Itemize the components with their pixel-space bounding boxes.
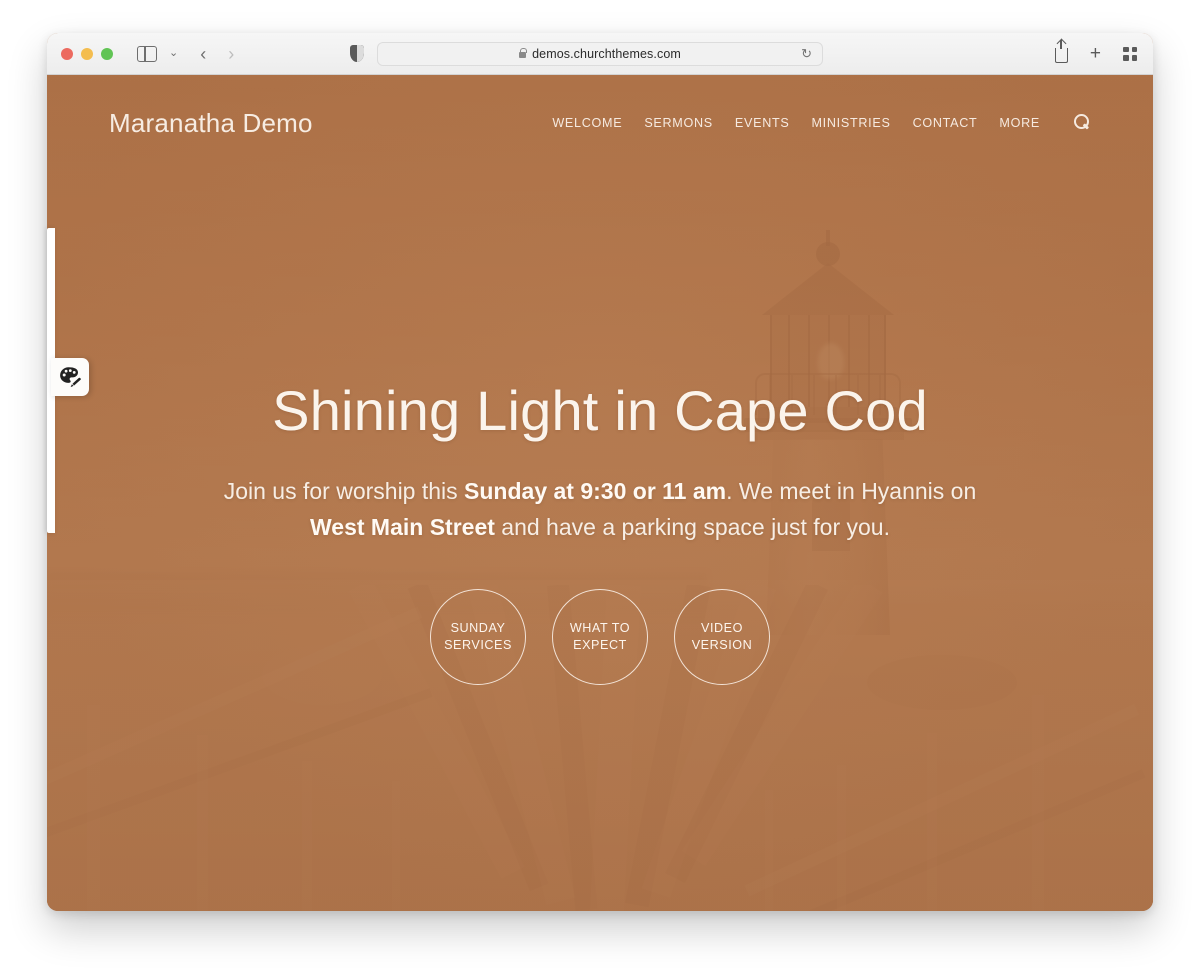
cta-line-2: EXPECT [573, 638, 627, 653]
chevron-down-icon[interactable]: ⌄ [169, 48, 178, 59]
nav-item-events[interactable]: EVENTS [735, 116, 790, 130]
reload-icon[interactable]: ↻ [801, 47, 812, 60]
nav-item-more[interactable]: MORE [999, 116, 1040, 130]
hero-sub-part-3: and have a parking space just for you. [494, 514, 890, 541]
minimize-window-button[interactable] [81, 47, 93, 60]
close-window-button[interactable] [61, 47, 73, 60]
nav-item-ministries[interactable]: MINISTRIES [811, 116, 890, 130]
cta-line-2: SERVICES [444, 638, 512, 653]
site-brand[interactable]: Maranatha Demo [109, 108, 313, 139]
customizer-toggle-tab[interactable] [51, 358, 89, 396]
cta-line-1: WHAT TO [569, 620, 631, 635]
url-text: demos.churchthemes.com [532, 46, 681, 61]
tab-overview-icon[interactable] [1123, 46, 1137, 61]
hero-sub-bold-2: West Main Street [310, 514, 495, 541]
cta-video-version[interactable]: VIDEO VERSION [674, 589, 770, 686]
hero-sub-bold-1: Sunday at 9:30 or 11 am [464, 477, 727, 504]
back-button[interactable]: ‹ [200, 45, 206, 63]
toolbar-right-icons: + [1054, 39, 1137, 63]
share-icon[interactable] [1054, 39, 1068, 63]
hero-title: Shining Light in Cape Cod [272, 379, 928, 442]
cta-line-1: VIDEO [701, 620, 743, 635]
hero-sub-part-2: . We meet in Hyannis on [726, 477, 977, 504]
hero-sub-part-1: Join us for worship this [223, 477, 465, 504]
new-tab-icon[interactable]: + [1090, 44, 1101, 63]
maximize-window-button[interactable] [101, 47, 113, 60]
hero-subtitle: Join us for worship this Sunday at 9:30 … [210, 473, 990, 546]
privacy-shield-icon[interactable] [350, 45, 364, 62]
website-viewport: Maranatha Demo WELCOME SERMONS EVENTS MI… [47, 75, 1153, 911]
search-icon[interactable] [1071, 113, 1091, 133]
browser-toolbar: ⌄ ‹ › demos.churchthemes.com ↻ + [47, 33, 1153, 75]
sidebar-toggle-icon[interactable] [137, 45, 157, 62]
paint-palette-icon [60, 367, 81, 388]
traffic-lights [61, 47, 113, 60]
hero-section: Shining Light in Cape Cod Join us for wo… [47, 75, 1153, 911]
lock-icon [519, 47, 527, 58]
cta-sunday-services[interactable]: SUNDAY SERVICES [430, 589, 526, 686]
forward-button[interactable]: › [228, 45, 234, 63]
nav-item-sermons[interactable]: SERMONS [644, 116, 713, 130]
site-header: Maranatha Demo WELCOME SERMONS EVENTS MI… [47, 75, 1153, 171]
cta-line-2: VERSION [691, 638, 753, 653]
browser-window: ⌄ ‹ › demos.churchthemes.com ↻ + Maranat… [47, 33, 1153, 911]
navigation-arrows: ‹ › [200, 45, 234, 63]
address-bar[interactable]: demos.churchthemes.com ↻ [377, 41, 823, 66]
hero-cta-buttons: SUNDAY SERVICES WHAT TO EXPECT VIDEO VER… [430, 589, 770, 686]
nav-item-contact[interactable]: CONTACT [913, 116, 978, 130]
cta-what-to-expect[interactable]: WHAT TO EXPECT [552, 589, 648, 686]
main-navigation: WELCOME SERMONS EVENTS MINISTRIES CONTAC… [552, 113, 1091, 133]
nav-item-welcome[interactable]: WELCOME [552, 116, 622, 130]
cta-line-1: SUNDAY [450, 620, 506, 635]
